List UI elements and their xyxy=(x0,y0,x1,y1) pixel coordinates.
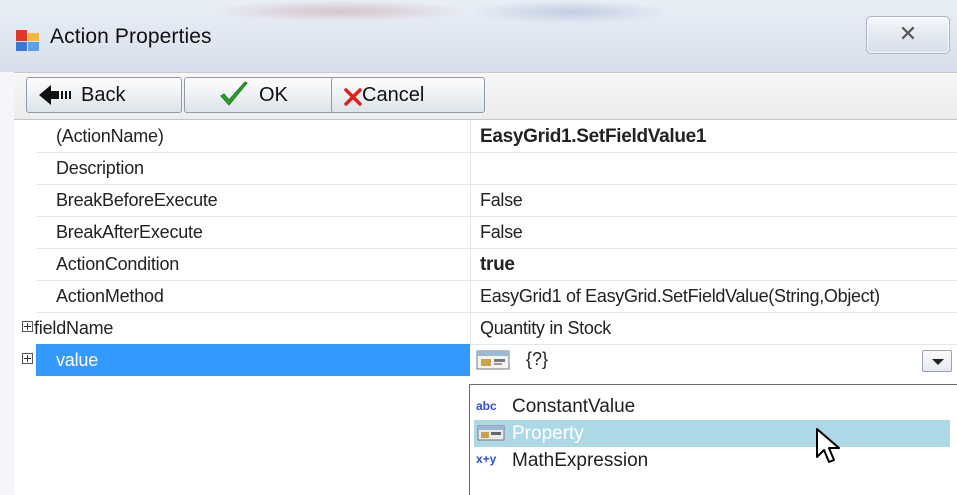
dropdown-option-mathexpression[interactable]: x+y MathExpression xyxy=(474,447,950,474)
property-row-actionmethod[interactable]: ActionMethod EasyGrid1 of EasyGrid.SetFi… xyxy=(14,280,957,313)
row-margin xyxy=(14,184,36,216)
column-divider xyxy=(470,312,471,344)
row-margin xyxy=(14,248,36,280)
property-value[interactable]: {?} xyxy=(526,349,548,370)
property-name: BreakAfterExecute xyxy=(56,222,203,242)
row-margin xyxy=(14,120,36,152)
property-name: (ActionName) xyxy=(56,126,164,146)
property-name: BreakBeforeExecute xyxy=(56,190,218,210)
property-name: Description xyxy=(56,158,144,178)
background-blur xyxy=(210,0,470,22)
property-value[interactable]: False xyxy=(480,222,523,243)
dropdown-option-property[interactable]: Property xyxy=(474,420,950,447)
property-name: value xyxy=(56,350,99,370)
column-divider xyxy=(470,120,471,152)
cancel-label: Cancel xyxy=(362,84,425,106)
column-divider xyxy=(470,152,471,184)
close-button[interactable]: ✕ xyxy=(866,16,950,54)
property-row-actionname[interactable]: (ActionName) EasyGrid1.SetFieldValue1 xyxy=(14,120,957,153)
property-icon xyxy=(477,425,505,441)
selected-name-cell[interactable]: value xyxy=(36,344,470,376)
app-icon xyxy=(16,30,39,51)
property-value[interactable]: true xyxy=(480,254,515,276)
property-value[interactable]: EasyGrid1 of EasyGrid.SetFieldValue(Stri… xyxy=(480,286,880,307)
value-type-dropdown: abc ConstantValue Property x+y MathExpre… xyxy=(469,384,957,495)
dropdown-option-constantvalue[interactable]: abc ConstantValue xyxy=(474,393,950,420)
back-arrow-icon xyxy=(39,85,71,105)
property-value[interactable]: False xyxy=(480,190,523,211)
dropdown-option-label: ConstantValue xyxy=(512,396,636,417)
abc-icon: abc xyxy=(476,399,497,413)
row-margin xyxy=(14,152,36,184)
checkmark-icon xyxy=(220,81,248,106)
column-divider xyxy=(470,216,471,248)
title-bar: Action Properties ✕ xyxy=(0,0,957,72)
expand-plus-icon[interactable] xyxy=(22,321,33,332)
property-type-icon xyxy=(476,350,510,370)
property-row-value[interactable]: value {?} xyxy=(14,344,957,376)
property-value[interactable]: EasyGrid1.SetFieldValue1 xyxy=(480,126,707,148)
property-value[interactable]: Quantity in Stock xyxy=(480,318,611,339)
property-row-breakbeforeexecute[interactable]: BreakBeforeExecute False xyxy=(14,184,957,217)
ok-button[interactable]: OK xyxy=(184,77,338,113)
mouse-cursor-icon xyxy=(816,428,840,463)
property-row-description[interactable]: Description xyxy=(14,152,957,185)
dropdown-option-label: Property xyxy=(512,423,584,444)
property-name: fieldName xyxy=(34,318,114,338)
background-blur xyxy=(470,0,670,24)
ok-label: OK xyxy=(259,84,288,106)
cancel-button[interactable]: Cancel xyxy=(331,77,485,113)
window-title: Action Properties xyxy=(50,25,212,48)
back-label: Back xyxy=(81,84,126,106)
dropdown-arrow-button[interactable] xyxy=(922,350,952,372)
column-divider xyxy=(470,184,471,216)
back-button[interactable]: Back xyxy=(26,77,182,113)
cancel-x-icon xyxy=(344,88,362,106)
property-row-actioncondition[interactable]: ActionCondition true xyxy=(14,248,957,281)
property-row-fieldname[interactable]: fieldName Quantity in Stock xyxy=(14,312,957,345)
dropdown-option-label: MathExpression xyxy=(512,450,649,471)
row-margin xyxy=(14,280,36,312)
math-expression-icon: x+y xyxy=(476,452,497,466)
row-margin xyxy=(14,216,36,248)
column-divider xyxy=(470,248,471,280)
toolbar: Back OK Cancel xyxy=(14,72,957,120)
close-icon: ✕ xyxy=(898,21,918,46)
property-name: ActionCondition xyxy=(56,254,180,274)
column-divider xyxy=(470,280,471,312)
property-row-breakafterexecute[interactable]: BreakAfterExecute False xyxy=(14,216,957,249)
expand-plus-icon[interactable] xyxy=(22,353,33,364)
property-name: ActionMethod xyxy=(56,286,164,306)
